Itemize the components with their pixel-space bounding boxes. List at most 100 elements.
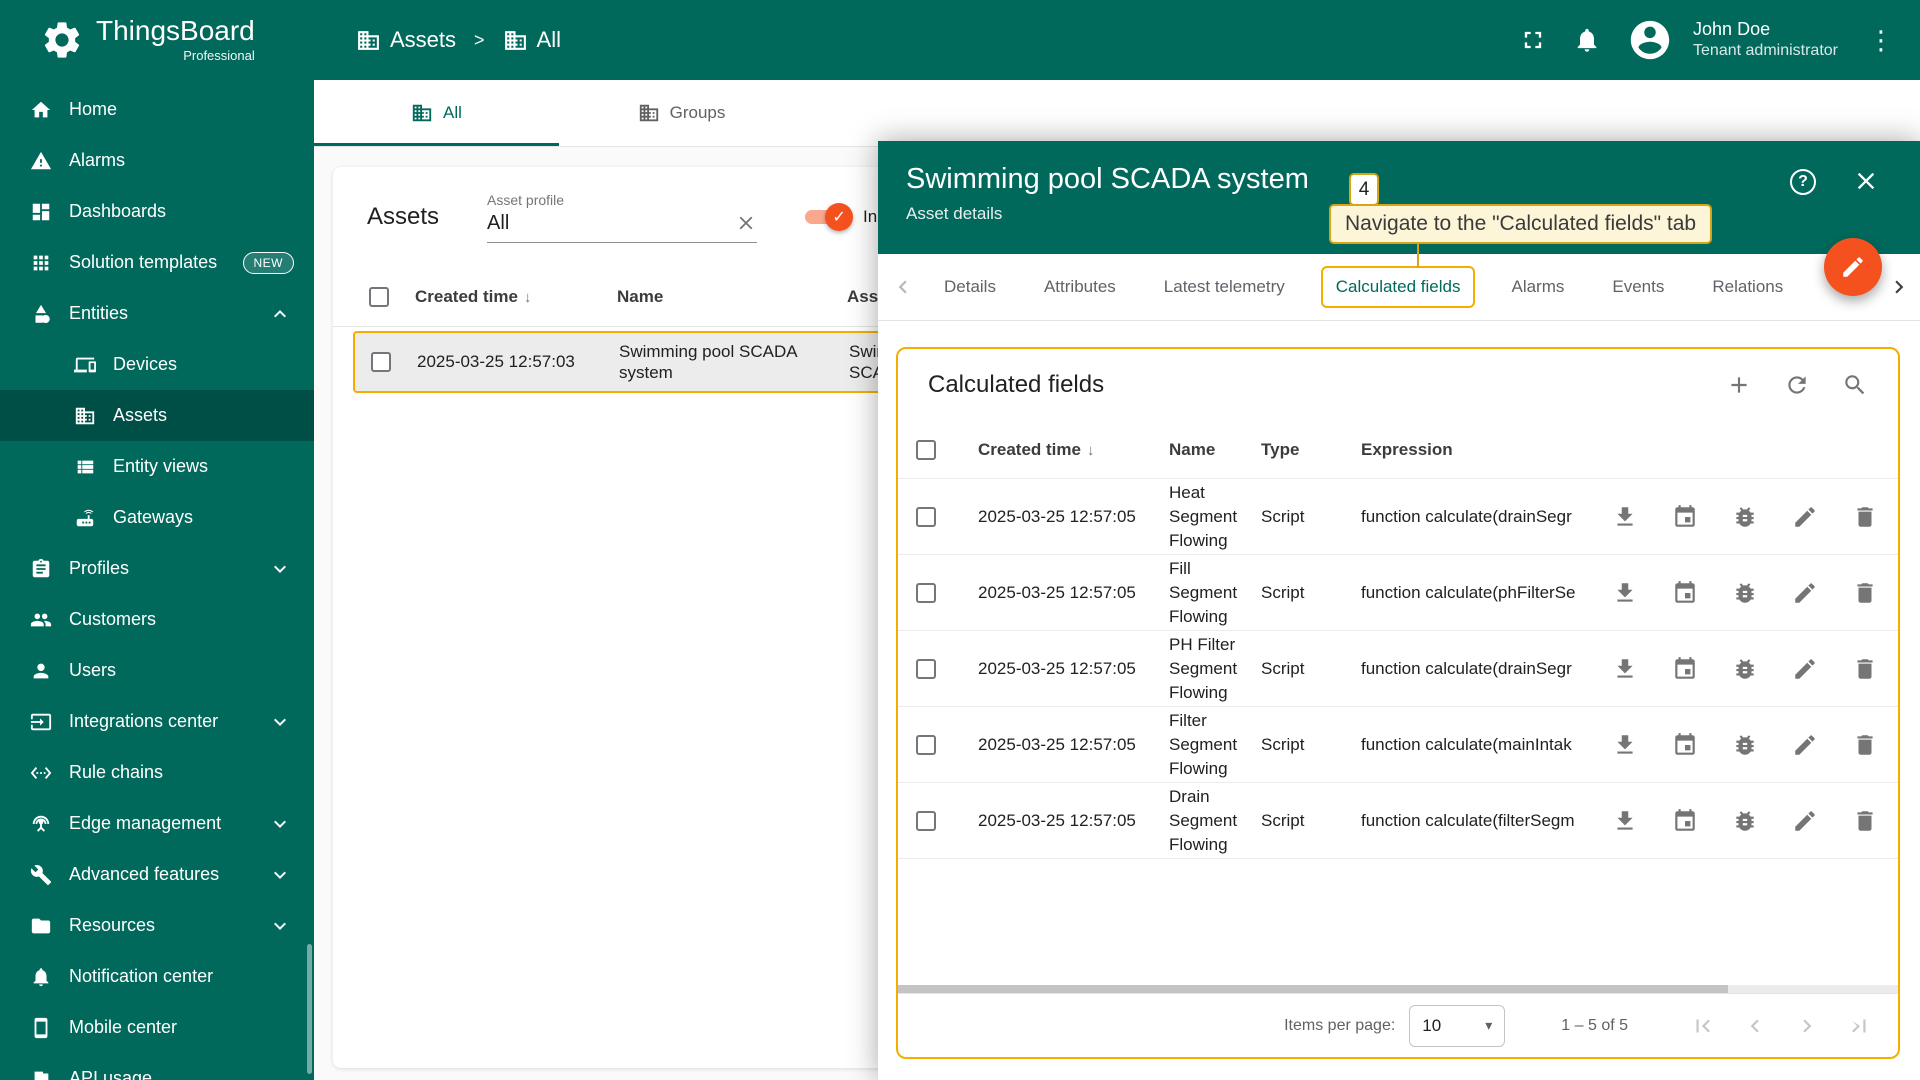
download-icon[interactable] [1612,732,1638,758]
debug-bug-icon[interactable] [1732,580,1758,606]
tab-attributes[interactable]: Attributes [1020,254,1140,320]
select-all-checkbox[interactable] [369,287,389,307]
column-name[interactable]: Name [617,287,847,307]
notifications-bell-icon[interactable] [1573,26,1601,54]
sidebar-item-gateways[interactable]: Gateways [0,492,314,543]
events-icon[interactable] [1672,808,1698,834]
select-all-checkbox[interactable] [916,440,936,460]
edit-icon[interactable] [1792,504,1818,530]
tabs-scroll-right-icon[interactable] [1878,254,1920,320]
row-checkbox[interactable] [916,811,936,831]
fullscreen-icon[interactable] [1519,26,1547,54]
row-checkbox[interactable] [916,583,936,603]
debug-bug-icon[interactable] [1732,732,1758,758]
column-type[interactable]: Type [1261,440,1361,460]
sidebar-item-assets[interactable]: Assets [0,390,314,441]
delete-icon[interactable] [1852,732,1878,758]
sidebar-item-profiles[interactable]: Profiles [0,543,314,594]
events-icon[interactable] [1672,580,1698,606]
sidebar-item-rule-chains[interactable]: Rule chains [0,747,314,798]
sidebar-item-devices[interactable]: Devices [0,339,314,390]
items-per-page-select[interactable]: 10 ▾ [1409,1005,1505,1047]
sidebar-item-alarms[interactable]: Alarms [0,135,314,186]
edit-icon[interactable] [1792,808,1818,834]
sidebar-item-notification-center[interactable]: Notification center [0,951,314,1002]
help-icon[interactable]: ? [1790,169,1816,195]
download-icon[interactable] [1612,504,1638,530]
column-created-time[interactable]: Created time↓ [964,440,1169,460]
sidebar-item-entity-views[interactable]: Entity views [0,441,314,492]
tab-latest-telemetry[interactable]: Latest telemetry [1140,254,1309,320]
download-icon[interactable] [1612,580,1638,606]
sidebar-item-integrations-center[interactable]: Integrations center [0,696,314,747]
breadcrumb-all[interactable]: All [503,27,561,53]
edit-icon[interactable] [1792,656,1818,682]
edit-icon[interactable] [1792,580,1818,606]
tab-details[interactable]: Details [920,254,1020,320]
search-icon[interactable] [1842,372,1868,398]
sidebar-item-advanced-features[interactable]: Advanced features [0,849,314,900]
edit-fab-button[interactable] [1824,238,1882,296]
delete-icon[interactable] [1852,504,1878,530]
table-row[interactable]: 2025-03-25 12:57:05 Fill Segment Flowing… [898,555,1898,631]
refresh-icon[interactable] [1784,372,1810,398]
previous-page-icon[interactable] [1742,1013,1768,1039]
delete-icon[interactable] [1852,580,1878,606]
sidebar-item-entities[interactable]: Entities [0,288,314,339]
tab-calculated-fields[interactable]: Calculated fields [1309,254,1488,320]
delete-icon[interactable] [1852,656,1878,682]
tabs-scroll-left-icon[interactable] [886,270,920,304]
first-page-icon[interactable] [1690,1013,1716,1039]
cell-name: Fill Segment Flowing [1169,557,1261,629]
download-icon[interactable] [1612,656,1638,682]
column-name[interactable]: Name [1169,440,1261,460]
events-icon[interactable] [1672,656,1698,682]
row-checkbox[interactable] [916,507,936,527]
events-icon[interactable] [1672,504,1698,530]
table-row[interactable]: 2025-03-25 12:57:05 Drain Segment Flowin… [898,783,1898,859]
sidebar-scrollbar[interactable] [307,944,312,1074]
thingsboard-logo[interactable]: ThingsBoard Professional [0,17,314,63]
download-icon[interactable] [1612,808,1638,834]
table-row[interactable]: 2025-03-25 12:57:05 PH Filter Segment Fl… [898,631,1898,707]
sidebar-item-solution-templates[interactable]: Solution templates NEW [0,237,314,288]
last-page-icon[interactable] [1846,1013,1872,1039]
tab-groups[interactable]: Groups [559,80,804,146]
column-created-time[interactable]: Created time↓ [415,287,617,307]
add-calculated-field-icon[interactable] [1726,372,1752,398]
include-toggle[interactable]: ✓ [805,208,849,226]
clear-filter-icon[interactable] [735,212,757,234]
scrollbar-thumb[interactable] [898,985,1728,993]
close-icon[interactable] [1852,167,1880,195]
debug-bug-icon[interactable] [1732,656,1758,682]
table-row[interactable]: 2025-03-25 12:57:05 Heat Segment Flowing… [898,479,1898,555]
events-icon[interactable] [1672,732,1698,758]
sidebar-item-mobile-center[interactable]: Mobile center [0,1002,314,1053]
tab-events[interactable]: Events [1588,254,1688,320]
horizontal-scrollbar[interactable] [898,985,1898,993]
tab-relations[interactable]: Relations [1688,254,1807,320]
tab-all[interactable]: All [314,80,559,146]
row-checkbox[interactable] [371,352,391,372]
tab-alarms[interactable]: Alarms [1487,254,1588,320]
delete-icon[interactable] [1852,808,1878,834]
column-expression[interactable]: Expression [1361,440,1598,460]
breadcrumb-assets[interactable]: Assets [356,27,456,53]
sidebar-item-api-usage[interactable]: API usage [0,1053,314,1080]
edit-icon[interactable] [1792,732,1818,758]
sidebar-item-dashboards[interactable]: Dashboards [0,186,314,237]
debug-bug-icon[interactable] [1732,808,1758,834]
sidebar-item-users[interactable]: Users [0,645,314,696]
table-row[interactable]: 2025-03-25 12:57:05 Filter Segment Flowi… [898,707,1898,783]
sidebar-item-resources[interactable]: Resources [0,900,314,951]
sidebar-item-home[interactable]: Home [0,84,314,135]
kebab-menu-icon[interactable]: ⋮ [1864,27,1898,53]
row-checkbox[interactable] [916,735,936,755]
next-page-icon[interactable] [1794,1013,1820,1039]
avatar[interactable] [1627,17,1673,63]
debug-bug-icon[interactable] [1732,504,1758,530]
asset-profile-filter[interactable]: Asset profile All [487,192,757,243]
sidebar-item-customers[interactable]: Customers [0,594,314,645]
sidebar-item-edge-management[interactable]: Edge management [0,798,314,849]
row-checkbox[interactable] [916,659,936,679]
